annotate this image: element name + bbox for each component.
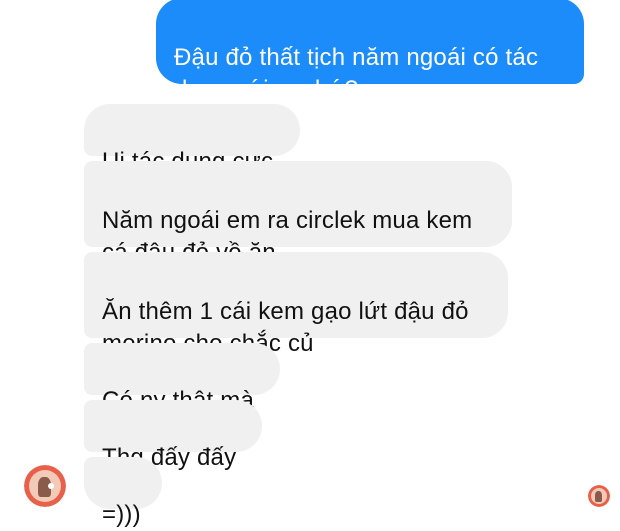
sent-message-bubble[interactable]: Đậu đỏ thất tịch năm ngoái có tác dụng v… — [156, 0, 584, 103]
received-message-bubble[interactable]: Ui tác dụng cực — [84, 104, 300, 175]
received-message-bubble[interactable]: Ăn thêm 1 cái kem gạo lứt đậu đỏ merino … — [84, 252, 508, 357]
received-message-text: =))) — [102, 501, 141, 528]
received-message-bubble[interactable]: Có ny thật mà — [84, 343, 280, 414]
sent-message-text: Đậu đỏ thất tịch năm ngoái có tác dụng v… — [174, 44, 539, 103]
read-receipt-avatar — [588, 485, 610, 507]
received-message-bubble[interactable]: Năm ngoái em ra circlek mua kem cá đậu đ… — [84, 161, 512, 266]
received-message-bubble[interactable]: Thg đấy đấy — [84, 400, 262, 471]
received-message-bubble[interactable]: =))) — [84, 457, 162, 528]
contact-avatar[interactable] — [24, 465, 66, 507]
